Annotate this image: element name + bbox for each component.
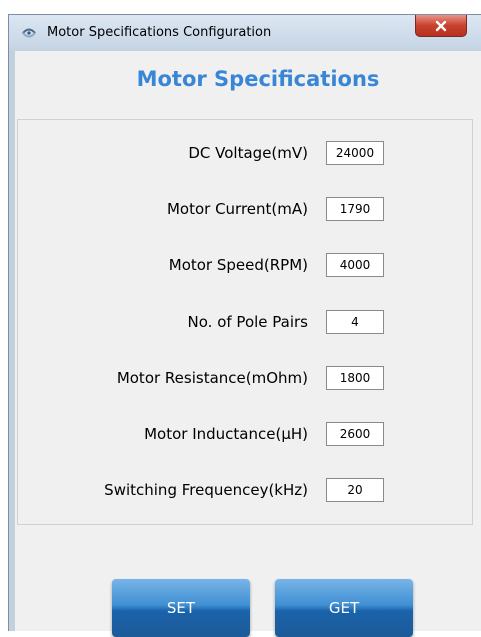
motor-resistance-input[interactable] bbox=[326, 366, 384, 390]
field-row-motor-inductance: Motor Inductance(µH) bbox=[18, 422, 474, 448]
switching-frequency-label: Switching Frequencey(kHz) bbox=[104, 481, 308, 499]
get-button[interactable]: GET bbox=[275, 579, 413, 637]
motor-resistance-label: Motor Resistance(mOhm) bbox=[116, 369, 308, 387]
pole-pairs-label: No. of Pole Pairs bbox=[187, 313, 308, 331]
field-row-dc-voltage: DC Voltage(mV) bbox=[18, 141, 474, 167]
motor-speed-input[interactable] bbox=[326, 253, 384, 277]
window-title: Motor Specifications Configuration bbox=[47, 25, 272, 40]
motor-inductance-input[interactable] bbox=[326, 422, 384, 446]
motor-app-icon bbox=[22, 28, 36, 38]
pole-pairs-input[interactable] bbox=[326, 310, 384, 334]
specifications-panel: DC Voltage(mV) Motor Current(mA) Motor S… bbox=[17, 119, 473, 525]
motor-current-input[interactable] bbox=[326, 197, 384, 221]
field-row-motor-speed: Motor Speed(RPM) bbox=[18, 253, 474, 279]
dc-voltage-label: DC Voltage(mV) bbox=[188, 144, 308, 162]
client-area: Motor Specifications DC Voltage(mV) Moto… bbox=[15, 51, 481, 637]
close-button[interactable] bbox=[415, 15, 467, 37]
motor-inductance-label: Motor Inductance(µH) bbox=[144, 425, 308, 443]
motor-specifications-window: Motor Specifications Configuration Motor… bbox=[8, 14, 481, 637]
dc-voltage-input[interactable] bbox=[326, 141, 384, 165]
set-button[interactable]: SET bbox=[112, 579, 250, 637]
field-row-pole-pairs: No. of Pole Pairs bbox=[18, 310, 474, 336]
title-bar[interactable]: Motor Specifications Configuration bbox=[9, 15, 481, 51]
page-title: Motor Specifications bbox=[136, 67, 380, 91]
switching-frequency-input[interactable] bbox=[326, 478, 384, 502]
close-icon bbox=[435, 20, 447, 31]
motor-speed-label: Motor Speed(RPM) bbox=[168, 256, 308, 274]
field-row-motor-current: Motor Current(mA) bbox=[18, 197, 474, 223]
field-row-motor-resistance: Motor Resistance(mOhm) bbox=[18, 366, 474, 392]
motor-current-label: Motor Current(mA) bbox=[166, 200, 308, 218]
field-row-switching-frequency: Switching Frequencey(kHz) bbox=[18, 478, 474, 504]
